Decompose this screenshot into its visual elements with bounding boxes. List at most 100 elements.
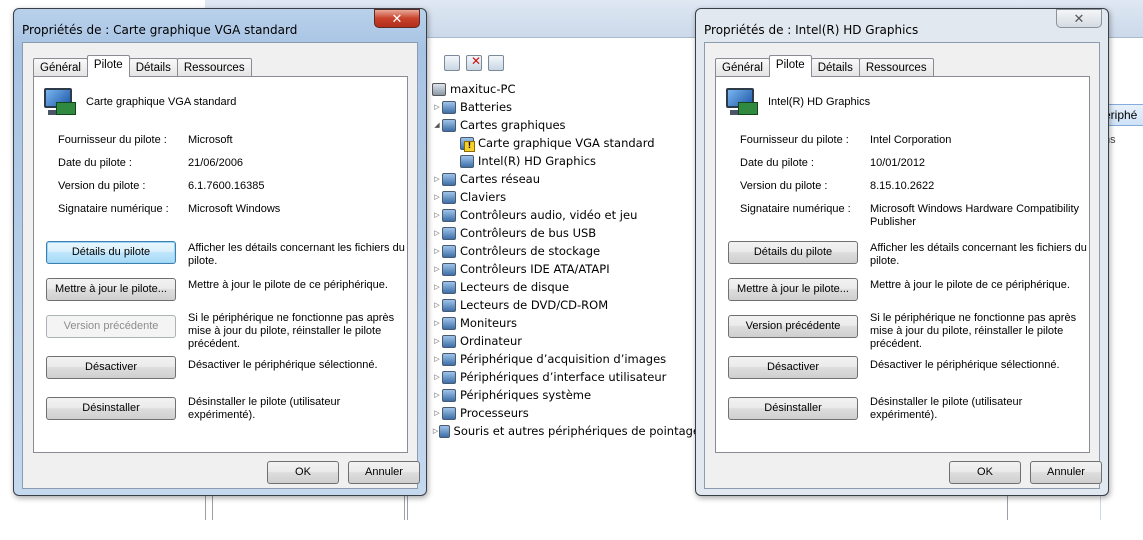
tree-item-label: Contrôleurs de bus USB	[460, 226, 597, 240]
tree-item-label: Claviers	[460, 190, 507, 204]
signer-label: Signataire numérique :	[58, 203, 169, 215]
close-button[interactable]: ✕	[374, 9, 420, 28]
driver-details-button[interactable]: Détails du pilote	[46, 241, 176, 264]
tree-root[interactable]: maxituc-PC	[432, 80, 700, 98]
expand-arrow-icon[interactable]: ▷	[432, 224, 442, 242]
provider-value: Microsoft	[188, 134, 233, 146]
tree-item[interactable]: ▷ Périphériques d’interface utilisateur	[432, 368, 700, 386]
expand-arrow-icon[interactable]: ▷	[432, 404, 442, 422]
tree-root-label: maxituc-PC	[450, 82, 516, 96]
device-icon	[442, 370, 456, 384]
tree-item[interactable]: ▷ Périphérique d’acquisition d’images	[432, 350, 700, 368]
tree-item[interactable]: ▷ Souris et autres périphériques de point…	[432, 422, 700, 440]
signer-label: Signataire numérique :	[740, 203, 851, 215]
tree-item-label: Contrôleurs audio, vidéo et jeu	[460, 208, 638, 222]
dialog-title: Propriétés de : Intel(R) HD Graphics	[704, 23, 919, 37]
version-value: 6.1.7600.16385	[188, 180, 265, 192]
tree-item-label: Contrôleurs IDE ATA/ATAPI	[460, 262, 610, 276]
signer-value: Microsoft Windows	[188, 203, 281, 215]
tree-item[interactable]: ▷ Contrôleurs de bus USB	[432, 224, 700, 242]
tree-item[interactable]: ▷ Lecteurs de disque	[432, 278, 700, 296]
expand-arrow-icon[interactable]: ▷	[432, 368, 442, 386]
date-value: 10/01/2012	[870, 157, 926, 169]
ok-button[interactable]: OK	[267, 461, 339, 484]
driver-tab-panel: Intel(R) HD Graphics Fournisseur du pilo…	[715, 76, 1090, 453]
tree-item[interactable]: ▷ Périphériques système	[432, 386, 700, 404]
tree-item[interactable]: ▷ Contrôleurs de stockage	[432, 242, 700, 260]
driver-details-description: Afficher les détails concernant les fich…	[188, 242, 405, 267]
tab-general[interactable]: Général	[715, 58, 770, 77]
tree-item[interactable]: ◢ Cartes graphiques	[432, 116, 700, 134]
version-label: Version du pilote :	[58, 180, 146, 192]
expand-arrow-icon[interactable]: ▷	[432, 350, 442, 368]
uninstall-button[interactable]: Désinstaller	[728, 397, 858, 420]
tree-item-label: Périphériques système	[460, 388, 592, 402]
rollback-driver-button[interactable]: Version précédente	[46, 315, 176, 338]
tab-details[interactable]: Détails	[810, 58, 860, 77]
expand-arrow-icon[interactable]: ▷	[432, 206, 442, 224]
tab-resources[interactable]: Ressources	[858, 58, 934, 77]
tree-item[interactable]: ▷ Contrôleurs IDE ATA/ATAPI	[432, 260, 700, 278]
device-icon	[442, 172, 456, 186]
tab-resources[interactable]: Ressources	[176, 58, 252, 77]
tab-driver[interactable]: Pilote	[768, 55, 812, 77]
update-driver-button[interactable]: Mettre à jour le pilote...	[46, 278, 176, 301]
rollback-driver-button[interactable]: Version précédente	[728, 315, 858, 338]
tree-item[interactable]: Carte graphique VGA standard	[432, 134, 700, 152]
dialog-body: Général Pilote Détails Ressources Intel(…	[704, 42, 1102, 489]
tree-item[interactable]: ▷ Lecteurs de DVD/CD-ROM	[432, 296, 700, 314]
tree-item[interactable]: ▷ Batteries	[432, 98, 700, 116]
disable-button[interactable]: Désactiver	[728, 356, 858, 379]
disable-button[interactable]: Désactiver	[46, 356, 176, 379]
provider-label: Fournisseur du pilote :	[740, 134, 849, 146]
driver-details-button[interactable]: Détails du pilote	[728, 241, 858, 264]
device-icon	[460, 154, 474, 168]
expand-arrow-icon[interactable]: ▷	[432, 188, 442, 206]
device-icon	[442, 316, 456, 330]
vga-properties-dialog: Propriétés de : Carte graphique VGA stan…	[13, 8, 427, 496]
driver-tab-panel: Carte graphique VGA standard Fournisseur…	[33, 76, 408, 453]
tree-item[interactable]: ▷ Contrôleurs audio, vidéo et jeu	[432, 206, 700, 224]
cancel-button[interactable]: Annuler	[348, 461, 420, 484]
tree-item[interactable]: Intel(R) HD Graphics	[432, 152, 700, 170]
close-button[interactable]: ✕	[1056, 9, 1102, 28]
expand-arrow-icon[interactable]: ▷	[432, 332, 442, 350]
expand-arrow-icon[interactable]: ▷	[432, 170, 442, 188]
expand-arrow-icon[interactable]: ▷	[432, 296, 442, 314]
uninstall-description: Désinstaller le pilote (utilisateur expé…	[870, 396, 1023, 421]
tab-details[interactable]: Détails	[128, 58, 178, 77]
ok-button[interactable]: OK	[949, 461, 1021, 484]
scan-hardware-icon[interactable]	[488, 55, 504, 71]
device-icon	[442, 190, 456, 204]
tab-bar: Général Pilote Détails Ressources	[33, 55, 252, 77]
expand-arrow-icon[interactable]: ▷	[432, 314, 442, 332]
tree-item[interactable]: ▷ Processeurs	[432, 404, 700, 422]
expand-arrow-icon[interactable]: ▷	[432, 422, 439, 440]
uninstall-icon[interactable]: ✕	[466, 54, 482, 71]
tab-general[interactable]: Général	[33, 58, 88, 77]
tree-item[interactable]: ▷ Cartes réseau	[432, 170, 700, 188]
tree-item-label: Intel(R) HD Graphics	[478, 154, 597, 168]
device-icon	[439, 424, 450, 438]
date-label: Date du pilote :	[740, 157, 814, 169]
tree-item[interactable]: ▷ Moniteurs	[432, 314, 700, 332]
uninstall-button[interactable]: Désinstaller	[46, 397, 176, 420]
device-manager-toolbar: ✕	[430, 50, 700, 76]
tree-item-label: Cartes réseau	[460, 172, 540, 186]
tree-item[interactable]: ▷ Ordinateur	[432, 332, 700, 350]
tab-driver[interactable]: Pilote	[86, 55, 130, 77]
warning-device-icon	[460, 136, 475, 152]
device-icon	[442, 352, 456, 366]
update-driver-button[interactable]: Mettre à jour le pilote...	[728, 278, 858, 301]
expand-arrow-icon[interactable]: ▷	[432, 98, 442, 116]
expand-arrow-icon[interactable]: ▷	[432, 386, 442, 404]
expand-arrow-icon[interactable]: ▷	[432, 260, 442, 278]
version-label: Version du pilote :	[740, 180, 828, 192]
update-driver-icon[interactable]	[444, 55, 460, 71]
collapse-arrow-icon[interactable]: ◢	[432, 116, 442, 134]
expand-arrow-icon[interactable]: ▷	[432, 242, 442, 260]
tree-item[interactable]: ▷ Claviers	[432, 188, 700, 206]
cancel-button[interactable]: Annuler	[1030, 461, 1102, 484]
expand-arrow-icon[interactable]: ▷	[432, 278, 442, 296]
version-value: 8.15.10.2622	[870, 180, 935, 192]
